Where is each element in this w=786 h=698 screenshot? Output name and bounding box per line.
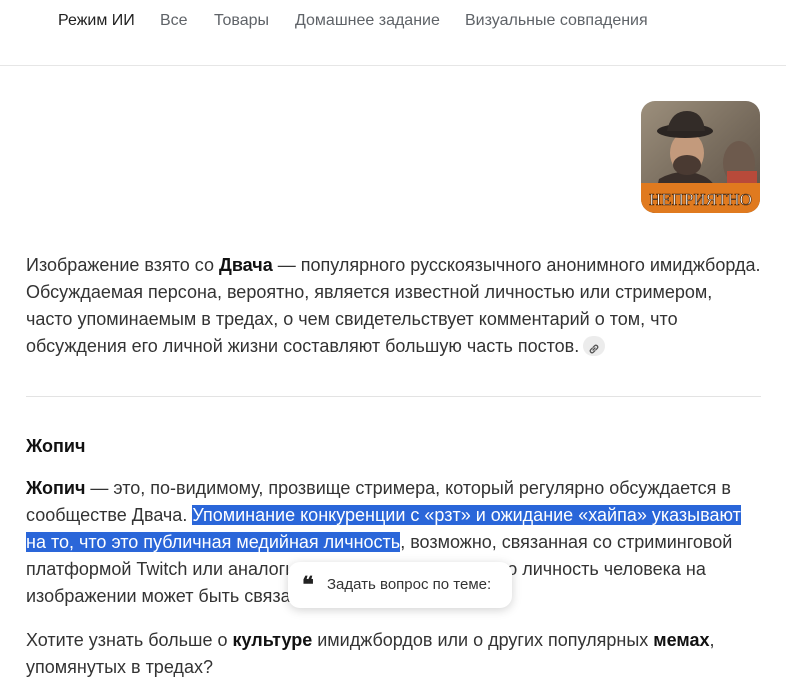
section-divider (26, 396, 761, 397)
tab-homework[interactable]: Домашнее задание (295, 12, 440, 30)
quote-icon: ❝ (302, 572, 314, 598)
top-nav: Режим ИИ Все Товары Домашнее задание Виз… (0, 0, 786, 66)
followup-paragraph: Хотите узнать больше о культуре имиджбор… (26, 627, 761, 681)
thumbnail-photo: НЕПРИЯТНО (641, 101, 760, 213)
tab-visual-matches[interactable]: Визуальные совпадения (465, 12, 648, 30)
source-image-thumbnail[interactable]: НЕПРИЯТНО (641, 101, 760, 213)
tab-all[interactable]: Все (160, 12, 188, 30)
tab-ai-mode[interactable]: Режим ИИ (58, 12, 135, 30)
ask-about-topic-popover[interactable]: ❝ Задать вопрос по теме: (288, 562, 512, 608)
link-icon (589, 344, 599, 354)
tab-products[interactable]: Товары (214, 12, 269, 30)
followup-bold-culture: культуре (232, 630, 313, 650)
thumbnail-caption: НЕПРИЯТНО (649, 190, 752, 209)
followup-bold-memes: мемах (653, 630, 710, 650)
intro-bold-dvach: Двача (219, 255, 273, 275)
intro-paragraph: Изображение взято со Двача — популярного… (26, 252, 761, 360)
section-bold-term: Жопич (26, 478, 86, 498)
section-heading: Жопич (26, 436, 86, 456)
source-link-chip[interactable] (583, 336, 606, 356)
followup-text-1: Хотите узнать больше о (26, 630, 233, 650)
ask-about-topic-label: Задать вопрос по теме: (327, 576, 492, 593)
followup-text-2: имиджбордов или о других популярных (312, 630, 654, 650)
intro-text-1: Изображение взято со (26, 255, 220, 275)
